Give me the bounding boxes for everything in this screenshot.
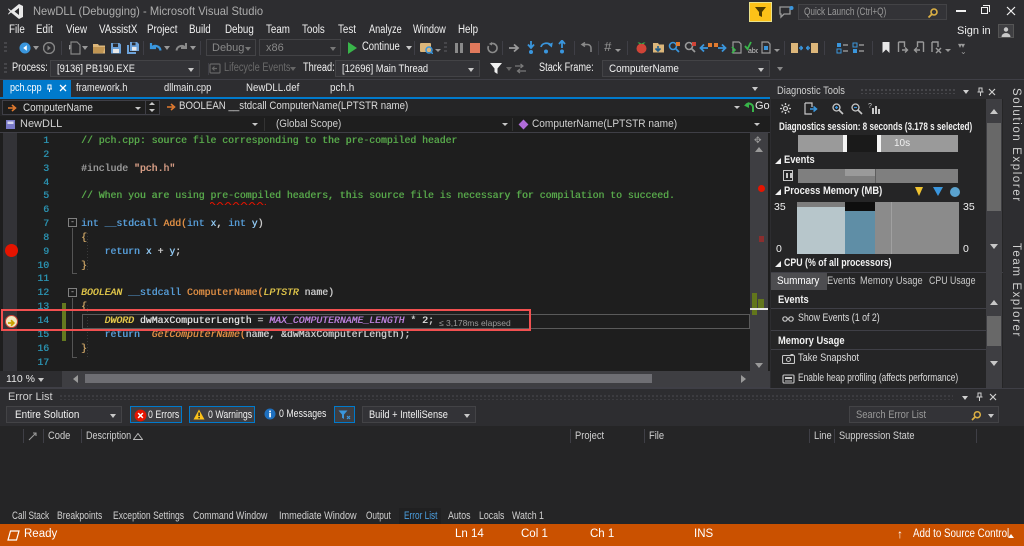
- svg-text:abc: abc: [748, 48, 758, 54]
- svg-text:?: ?: [868, 103, 872, 110]
